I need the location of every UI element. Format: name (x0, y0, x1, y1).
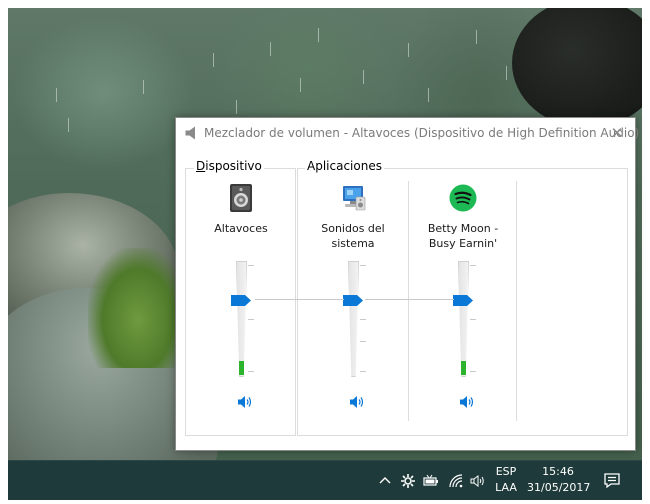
slider-tick (248, 265, 254, 266)
slider-tick (470, 371, 476, 372)
speaker-device-icon[interactable] (227, 183, 255, 213)
slider-thumb[interactable] (231, 295, 251, 306)
action-center-notifications-icon[interactable] (603, 472, 621, 490)
mute-button[interactable] (349, 395, 365, 409)
volume-mixer-window: Mezclador de volumen - Altavoces (Dispos… (175, 117, 639, 451)
rain-streak (318, 28, 319, 42)
speaker-icon (185, 126, 195, 140)
mute-button[interactable] (237, 395, 253, 409)
slider-tick (248, 319, 254, 320)
slider-tick (360, 319, 366, 320)
peak-level-meter (239, 361, 244, 375)
slider-tick (470, 319, 476, 320)
volume-slider[interactable] (453, 261, 483, 377)
channel-label: Sonidos del sistema (321, 222, 385, 250)
rain-streak (56, 88, 57, 102)
taskbar: ESP LAA 15:46 31/05/2017 (8, 460, 642, 500)
mute-button[interactable] (459, 395, 475, 409)
language-code: ESP (495, 465, 517, 478)
show-hidden-icons-chevron-up-icon[interactable] (377, 473, 393, 489)
rain-streak (143, 80, 144, 94)
wallpaper-grass (88, 248, 188, 368)
rain-streak (363, 70, 364, 84)
spotify-icon[interactable] (449, 183, 477, 213)
rain-streak (408, 43, 409, 57)
rain-streak (300, 78, 301, 92)
channel-spotify: Betty Moon - Busy Earnin' (408, 169, 518, 435)
close-button[interactable]: ✕ (599, 118, 635, 148)
volume-icon[interactable] (470, 473, 486, 489)
slider-tick (360, 341, 366, 342)
slider-tick (470, 265, 476, 266)
window-title: Mezclador de volumen - Altavoces (Dispos… (204, 126, 640, 140)
device-group: Dispositivo Altavoces (185, 159, 296, 436)
channel-label: Altavoces (214, 222, 268, 235)
slider-tick (360, 371, 366, 372)
peak-level-meter (461, 361, 466, 375)
clock-date: 31/05/2017 (527, 481, 591, 494)
slider-track (458, 261, 469, 377)
slider-track (236, 261, 247, 377)
slider-track (348, 261, 359, 377)
input-language-indicator[interactable]: ESP LAA (494, 464, 518, 496)
rain-streak (270, 42, 271, 56)
battery-icon[interactable] (423, 473, 439, 489)
rain-streak (236, 100, 237, 114)
applications-group: Aplicaciones Sonidos del sistema Betty M… (297, 159, 628, 436)
clock[interactable]: 15:46 31/05/2017 (527, 464, 591, 496)
volume-link-line (255, 299, 344, 300)
slider-thumb[interactable] (343, 295, 363, 306)
rain-streak (428, 88, 429, 102)
system-sounds-icon[interactable] (339, 183, 367, 213)
slider-thumb[interactable] (453, 295, 473, 306)
wallpaper-rock (512, 8, 642, 128)
wifi-icon[interactable] (448, 473, 464, 489)
rain-streak (476, 30, 477, 44)
slider-tick (360, 265, 366, 266)
settings-gear-icon[interactable] (400, 473, 416, 489)
channel-label: Betty Moon - Busy Earnin' (427, 222, 499, 250)
slider-tick (248, 371, 254, 372)
clock-time: 15:46 (542, 465, 574, 478)
volume-slider[interactable] (231, 261, 261, 377)
rain-streak (213, 53, 214, 67)
title-bar[interactable]: Mezclador de volumen - Altavoces (Dispos… (176, 118, 639, 148)
channel-system-sounds: Sonidos del sistema (298, 169, 408, 435)
channel-device: Altavoces (186, 169, 296, 435)
keyboard-layout-code: LAA (495, 481, 517, 494)
volume-slider[interactable] (343, 261, 373, 377)
rain-streak (506, 66, 507, 80)
volume-link-line (365, 299, 454, 300)
rain-streak (68, 118, 69, 132)
channel-separator (516, 181, 517, 421)
